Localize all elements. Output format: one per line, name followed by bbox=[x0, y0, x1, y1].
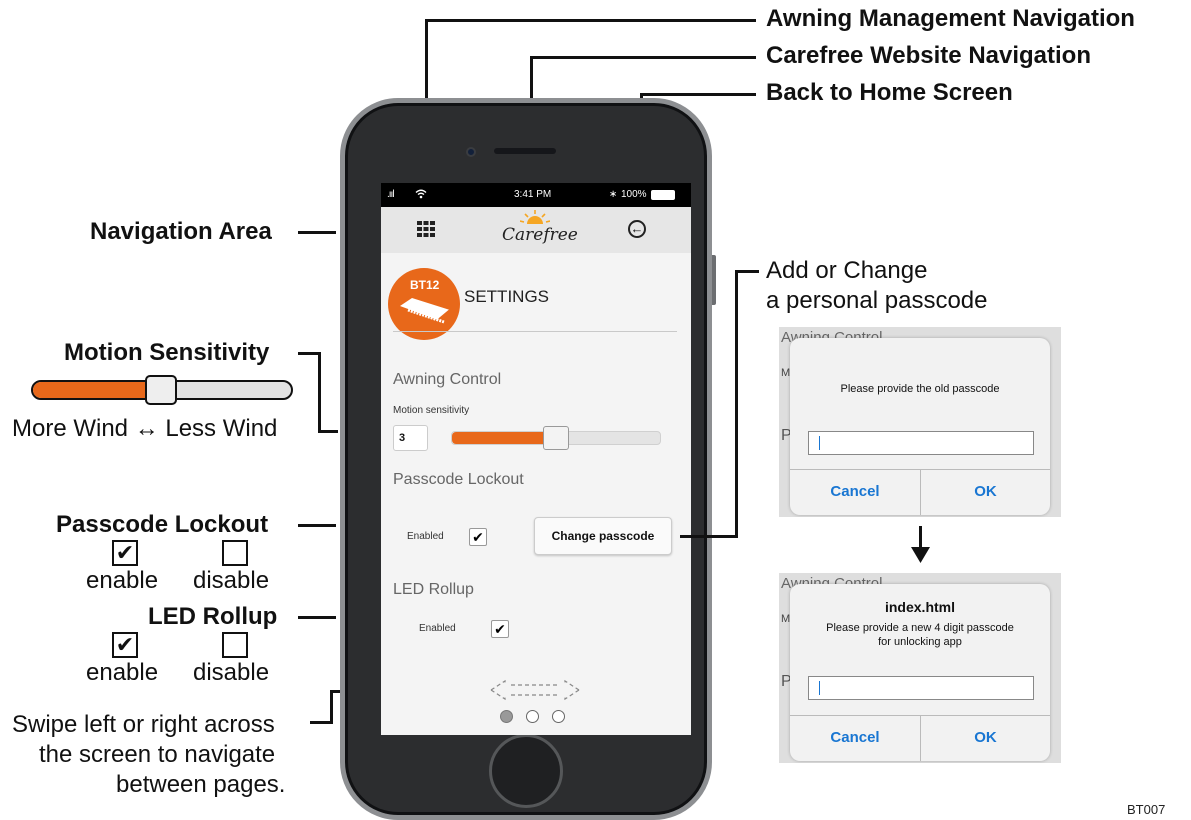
badge-label: BT12 bbox=[410, 278, 440, 292]
text-cursor bbox=[819, 436, 820, 450]
leader-motion-h2 bbox=[318, 430, 338, 433]
motion-sensitivity-label: Motion sensitivity bbox=[393, 405, 470, 416]
motion-sensitivity-callout: Motion Sensitivity bbox=[64, 339, 270, 366]
new-passcode-ok-button[interactable]: OK bbox=[920, 715, 1050, 761]
illustration-slider-fill bbox=[33, 382, 163, 398]
dialog1-bg-m: M bbox=[781, 367, 791, 379]
leader-swipe-v bbox=[330, 690, 333, 724]
disable-caption: disable bbox=[193, 567, 270, 594]
document-code: BT007 bbox=[1127, 802, 1166, 817]
battery-percent: 100% bbox=[621, 189, 647, 200]
new-passcode-input[interactable] bbox=[808, 676, 1034, 700]
home-button[interactable] bbox=[489, 734, 563, 808]
leader-carefree-h bbox=[530, 56, 756, 59]
page-title: SETTINGS bbox=[464, 287, 550, 306]
leader-motion-v bbox=[318, 352, 321, 432]
header-divider bbox=[393, 331, 677, 332]
awning-management-callout: Awning Management Navigation bbox=[766, 5, 1135, 32]
passcode-callout-line1: Add or Change bbox=[766, 257, 928, 284]
slider-fill bbox=[452, 432, 556, 444]
text-cursor-2 bbox=[819, 681, 820, 695]
navigation-area-callout: Navigation Area bbox=[90, 218, 272, 245]
led-enabled-checkbox[interactable]: ✔ bbox=[491, 620, 509, 638]
wind-scale-caption: More Wind ↔ Less Wind bbox=[12, 415, 278, 442]
leader-back-h bbox=[640, 93, 756, 96]
carefree-website-callout: Carefree Website Navigation bbox=[766, 42, 1091, 69]
signal-icon: .ııl bbox=[387, 189, 395, 200]
disable-checkbox-example-2 bbox=[222, 632, 248, 658]
new-passcode-cancel-button[interactable]: Cancel bbox=[790, 715, 920, 761]
carefree-logo-link[interactable]: Carefree bbox=[500, 209, 578, 251]
leader-passcode-right-v bbox=[735, 270, 738, 538]
old-passcode-screenshot: Awning Control M P Please provide the ol… bbox=[779, 327, 1061, 517]
new-passcode-message-line1: Please provide a new 4 digit passcode bbox=[826, 622, 1014, 634]
wifi-icon bbox=[415, 189, 427, 202]
disable-caption-2: disable bbox=[193, 659, 270, 686]
swipe-hint-icon bbox=[490, 679, 580, 701]
phone-screen: .ııl 3:41 PM ∗ 100% Carefree ← BT12 SETT… bbox=[381, 183, 691, 735]
down-arrow-icon bbox=[911, 547, 930, 563]
leader-nav-h bbox=[298, 231, 336, 234]
leader-swipe-h1 bbox=[310, 721, 332, 724]
leader-passcode-h bbox=[298, 524, 336, 527]
led-enabled-label: Enabled bbox=[419, 623, 456, 634]
motion-sensitivity-input[interactable]: 3 bbox=[393, 425, 428, 451]
passcode-enabled-checkbox[interactable]: ✔ bbox=[469, 528, 487, 546]
motion-sensitivity-slider[interactable] bbox=[451, 426, 661, 450]
disable-checkbox-example bbox=[222, 540, 248, 566]
battery-icon bbox=[651, 190, 675, 200]
new-passcode-title: index.html bbox=[884, 599, 955, 615]
old-passcode-dialog: Please provide the old passcode Cancel O… bbox=[790, 338, 1050, 515]
old-passcode-message: Please provide the old passcode bbox=[840, 383, 1000, 395]
enable-caption-2: enable bbox=[86, 659, 159, 686]
dialog2-bg-m: M bbox=[781, 613, 791, 625]
page-indicator bbox=[500, 710, 580, 724]
new-passcode-dialog: index.html Please provide a new 4 digit … bbox=[790, 584, 1050, 761]
swipe-caption-line2: the screen to navigate bbox=[39, 741, 276, 768]
grid-menu-icon[interactable] bbox=[417, 221, 435, 242]
bt12-badge: BT12 bbox=[388, 268, 460, 340]
earpiece bbox=[494, 148, 556, 154]
status-bar: .ııl 3:41 PM ∗ 100% bbox=[381, 183, 691, 207]
page-dot-2[interactable] bbox=[526, 710, 539, 723]
page-dot-3[interactable] bbox=[552, 710, 565, 723]
new-passcode-screenshot: Awning Control M P index.html Please pro… bbox=[779, 573, 1061, 763]
passcode-lockout-callout: Passcode Lockout bbox=[56, 511, 269, 538]
illustration-slider-thumb bbox=[145, 375, 177, 405]
nav-bar: Carefree ← bbox=[381, 207, 691, 253]
bluetooth-icon: ∗ bbox=[609, 189, 618, 200]
old-passcode-cancel-button[interactable]: Cancel bbox=[790, 469, 920, 515]
led-rollup-callout: LED Rollup bbox=[148, 603, 278, 630]
sun-icon bbox=[520, 210, 550, 224]
carefree-logo-text: Carefree bbox=[502, 225, 578, 245]
leader-passcode-right-h1 bbox=[735, 270, 759, 273]
passcode-lockout-heading: Passcode Lockout bbox=[393, 471, 524, 488]
old-passcode-ok-button[interactable]: OK bbox=[920, 469, 1050, 515]
passcode-enabled-label: Enabled bbox=[407, 531, 444, 542]
enable-caption: enable bbox=[86, 567, 159, 594]
status-time: 3:41 PM bbox=[514, 189, 552, 200]
old-passcode-input[interactable] bbox=[808, 431, 1034, 455]
swipe-caption-line3: between pages. bbox=[116, 771, 286, 798]
back-home-callout: Back to Home Screen bbox=[766, 79, 1013, 106]
front-camera bbox=[466, 147, 476, 157]
enable-checkbox-example: ✔ bbox=[112, 540, 138, 566]
page-dot-1[interactable] bbox=[500, 710, 513, 723]
leader-motion-h1 bbox=[298, 352, 320, 355]
leader-passcode-right-h2 bbox=[680, 535, 738, 538]
new-passcode-message-line2: for unlocking app bbox=[878, 636, 962, 648]
leader-led-h bbox=[298, 616, 336, 619]
enable-checkbox-example-2: ✔ bbox=[112, 632, 138, 658]
back-arrow-icon[interactable]: ← bbox=[628, 220, 646, 238]
passcode-callout-line2: a personal passcode bbox=[766, 287, 988, 314]
slider-thumb[interactable] bbox=[543, 426, 569, 450]
leader-awning-h bbox=[425, 19, 756, 22]
change-passcode-button[interactable]: Change passcode bbox=[534, 517, 672, 555]
awning-icon bbox=[400, 298, 451, 324]
led-rollup-heading: LED Rollup bbox=[393, 581, 474, 598]
awning-control-heading: Awning Control bbox=[393, 371, 502, 388]
swipe-caption-line1: Swipe left or right across bbox=[12, 711, 275, 738]
